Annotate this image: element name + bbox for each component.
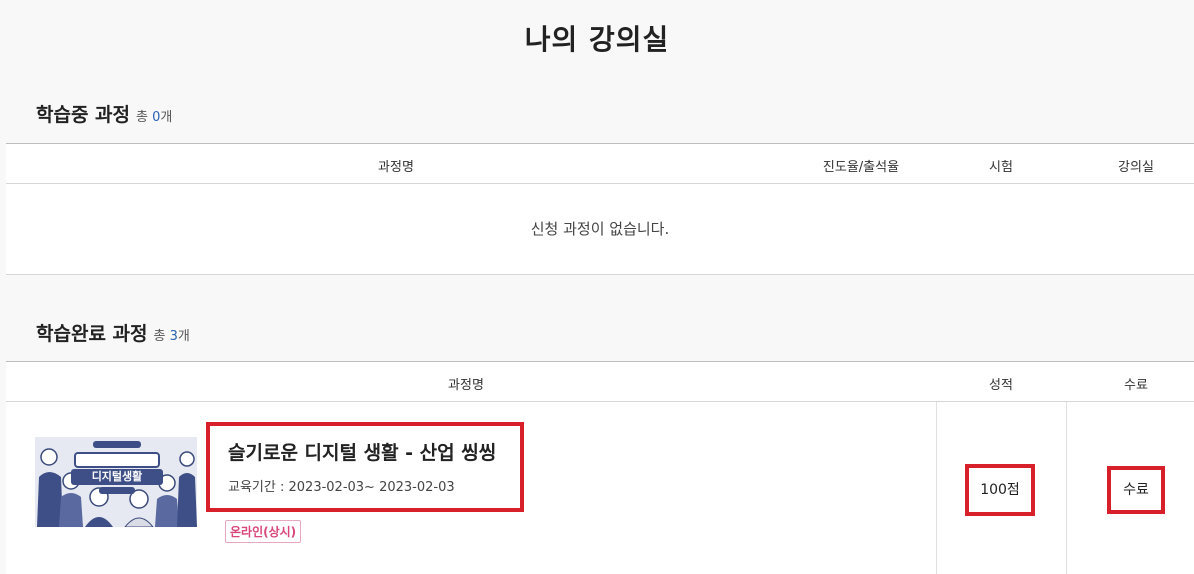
in-progress-section-title: 학습중 과정 총 0개 [36,100,172,127]
empty-message: 신청 과정이 없습니다. [6,184,1194,275]
grade-value: 100점 [965,464,1035,516]
column-course-name: 과정명 [378,160,414,175]
course-thumbnail[interactable]: 디지털생활 [35,437,197,527]
completed-section-title: 학습완료 과정 총 3개 [36,319,190,346]
in-progress-count: 총 0개 [136,110,173,125]
completed-table: 과정명 성적 수료 디지털생활 슬기로운 디지털 생활 - 산업 씽씽 교육기간… [6,361,1194,574]
column-course-name: 과정명 [448,378,484,393]
column-divider [1066,402,1067,574]
completed-count: 총 3개 [153,329,190,344]
page-title: 나의 강의실 [524,23,670,56]
in-progress-title: 학습중 과정 [36,104,131,126]
in-progress-table-header: 과정명 진도율/출석율 시험 강의실 [6,144,1194,184]
column-classroom: 강의실 [1118,160,1154,175]
course-thumbnail-title: 디지털생활 [91,470,143,483]
in-progress-table: 과정명 진도율/출석율 시험 강의실 신청 과정이 없습니다. [6,143,1194,275]
table-row[interactable]: 디지털생활 슬기로운 디지털 생활 - 산업 씽씽 교육기간 : 2023-02… [6,402,1194,574]
column-exam: 시험 [989,160,1013,175]
completion-status[interactable]: 수료 [1107,466,1165,514]
course-type-badge: 온라인(상시) [225,520,302,543]
completed-table-header: 과정명 성적 수료 [6,362,1194,402]
completed-title: 학습완료 과정 [36,323,148,345]
column-divider [936,402,937,574]
column-completion: 수료 [1124,378,1148,393]
column-progress: 진도율/출석율 [822,160,900,175]
column-grade: 성적 [989,378,1013,393]
course-period: 교육기간 : 2023-02-03~ 2023-02-03 [228,480,455,495]
course-info-highlight: 슬기로운 디지털 생활 - 산업 씽씽 교육기간 : 2023-02-03~ 2… [206,422,524,512]
course-name-link[interactable]: 슬기로운 디지털 생활 - 산업 씽씽 [228,438,496,465]
